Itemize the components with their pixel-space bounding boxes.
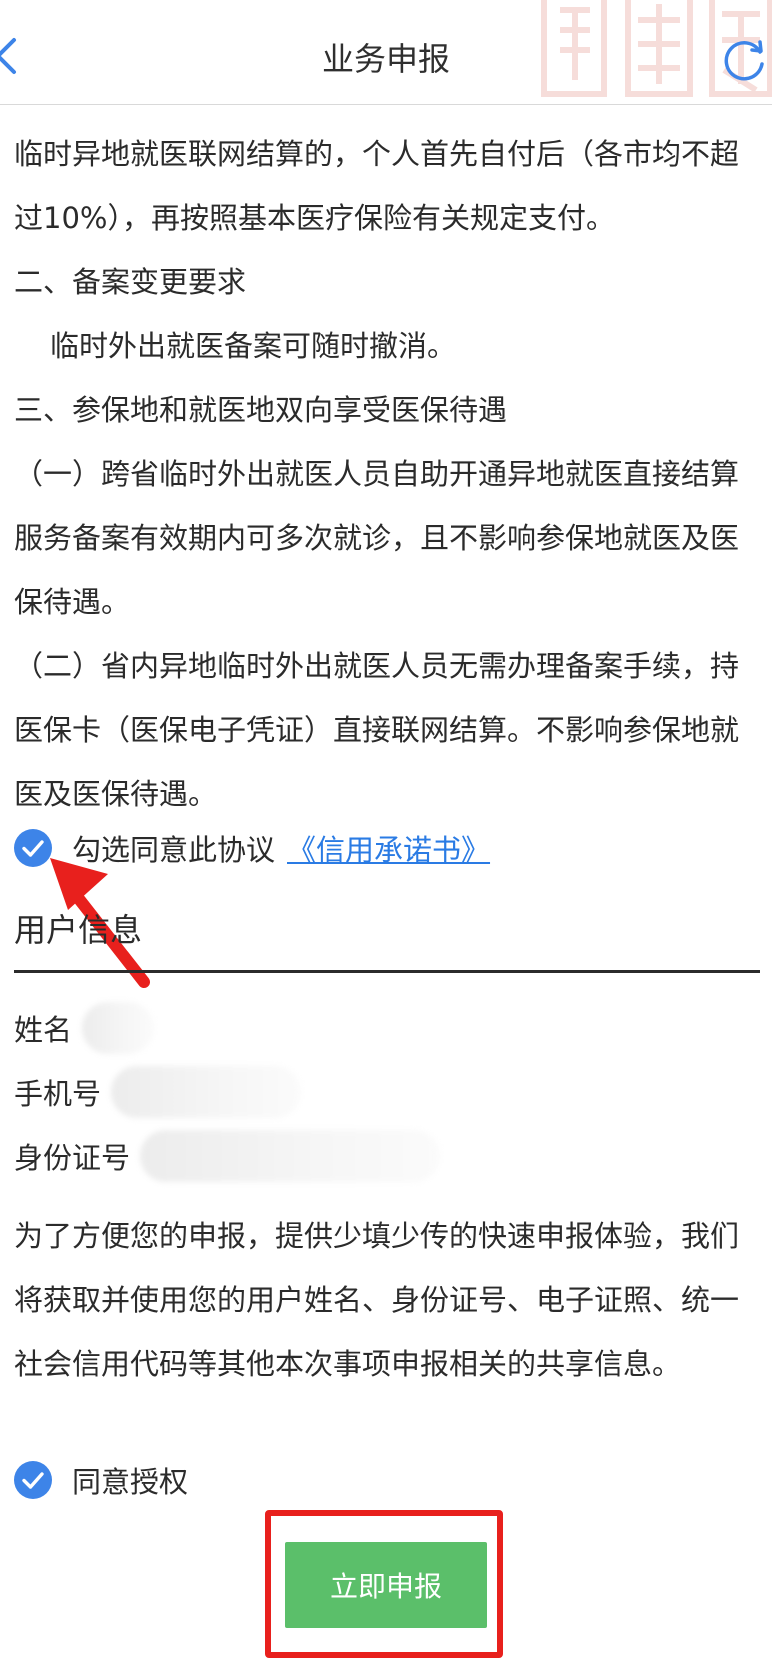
credit-commitment-link[interactable]: 《信用承诺书》 [287,827,490,869]
authorize-checkbox-row[interactable]: 同意授权 [14,1452,188,1508]
agreement-content: 临时异地就医联网结算的，个人首先自付后（各市均不超过10%），再按照基本医疗保险… [14,122,762,826]
agreement-paragraph: （二）省内异地临时外出就医人员无需办理备案手续，持医保卡（医保电子凭证）直接联网… [14,649,740,811]
authorization-notice: 为了方便您的申报，提供少填少传的快速申报体验，我们将获取并使用您的用户姓名、身份… [14,1204,762,1396]
id-number-field: 身份证号 [14,1130,441,1182]
user-info-title: 用户信息 [14,911,143,949]
check-circle-icon[interactable] [14,1461,52,1499]
authorize-label: 同意授权 [72,1465,189,1499]
submit-button[interactable]: 立即申报 [285,1542,487,1628]
check-circle-icon[interactable] [14,829,52,867]
notice-text: 为了方便您的申报，提供少填少传的快速申报体验，我们将获取并使用您的用户姓名、身份… [14,1219,740,1381]
name-label: 姓名 [14,1013,73,1047]
phone-field: 手机号 [14,1066,302,1118]
blurred-value [82,1002,155,1054]
refresh-icon[interactable] [722,38,766,82]
agreement-heading: 三、参保地和就医地双向享受医保待遇 [14,393,508,427]
phone-label: 手机号 [14,1077,102,1111]
blurred-value [140,1130,441,1182]
name-field: 姓名 [14,1002,155,1054]
agreement-paragraph: 临时外出就医备案可随时撤消。 [50,329,457,363]
agreement-paragraph: 临时异地就医联网结算的，个人首先自付后（各市均不超过10%），再按照基本医疗保险… [14,137,740,235]
section-divider [14,970,760,973]
page-title: 业务申报 [321,40,450,78]
agreement-heading: 二、备案变更要求 [14,265,247,299]
nav-bar: 业务申报 [0,0,772,105]
blurred-value [111,1066,302,1118]
agreement-paragraph: （一）跨省临时外出就医人员自助开通异地就医直接结算服务备案有效期内可多次就诊，且… [14,457,740,619]
id-number-label: 身份证号 [14,1141,131,1175]
